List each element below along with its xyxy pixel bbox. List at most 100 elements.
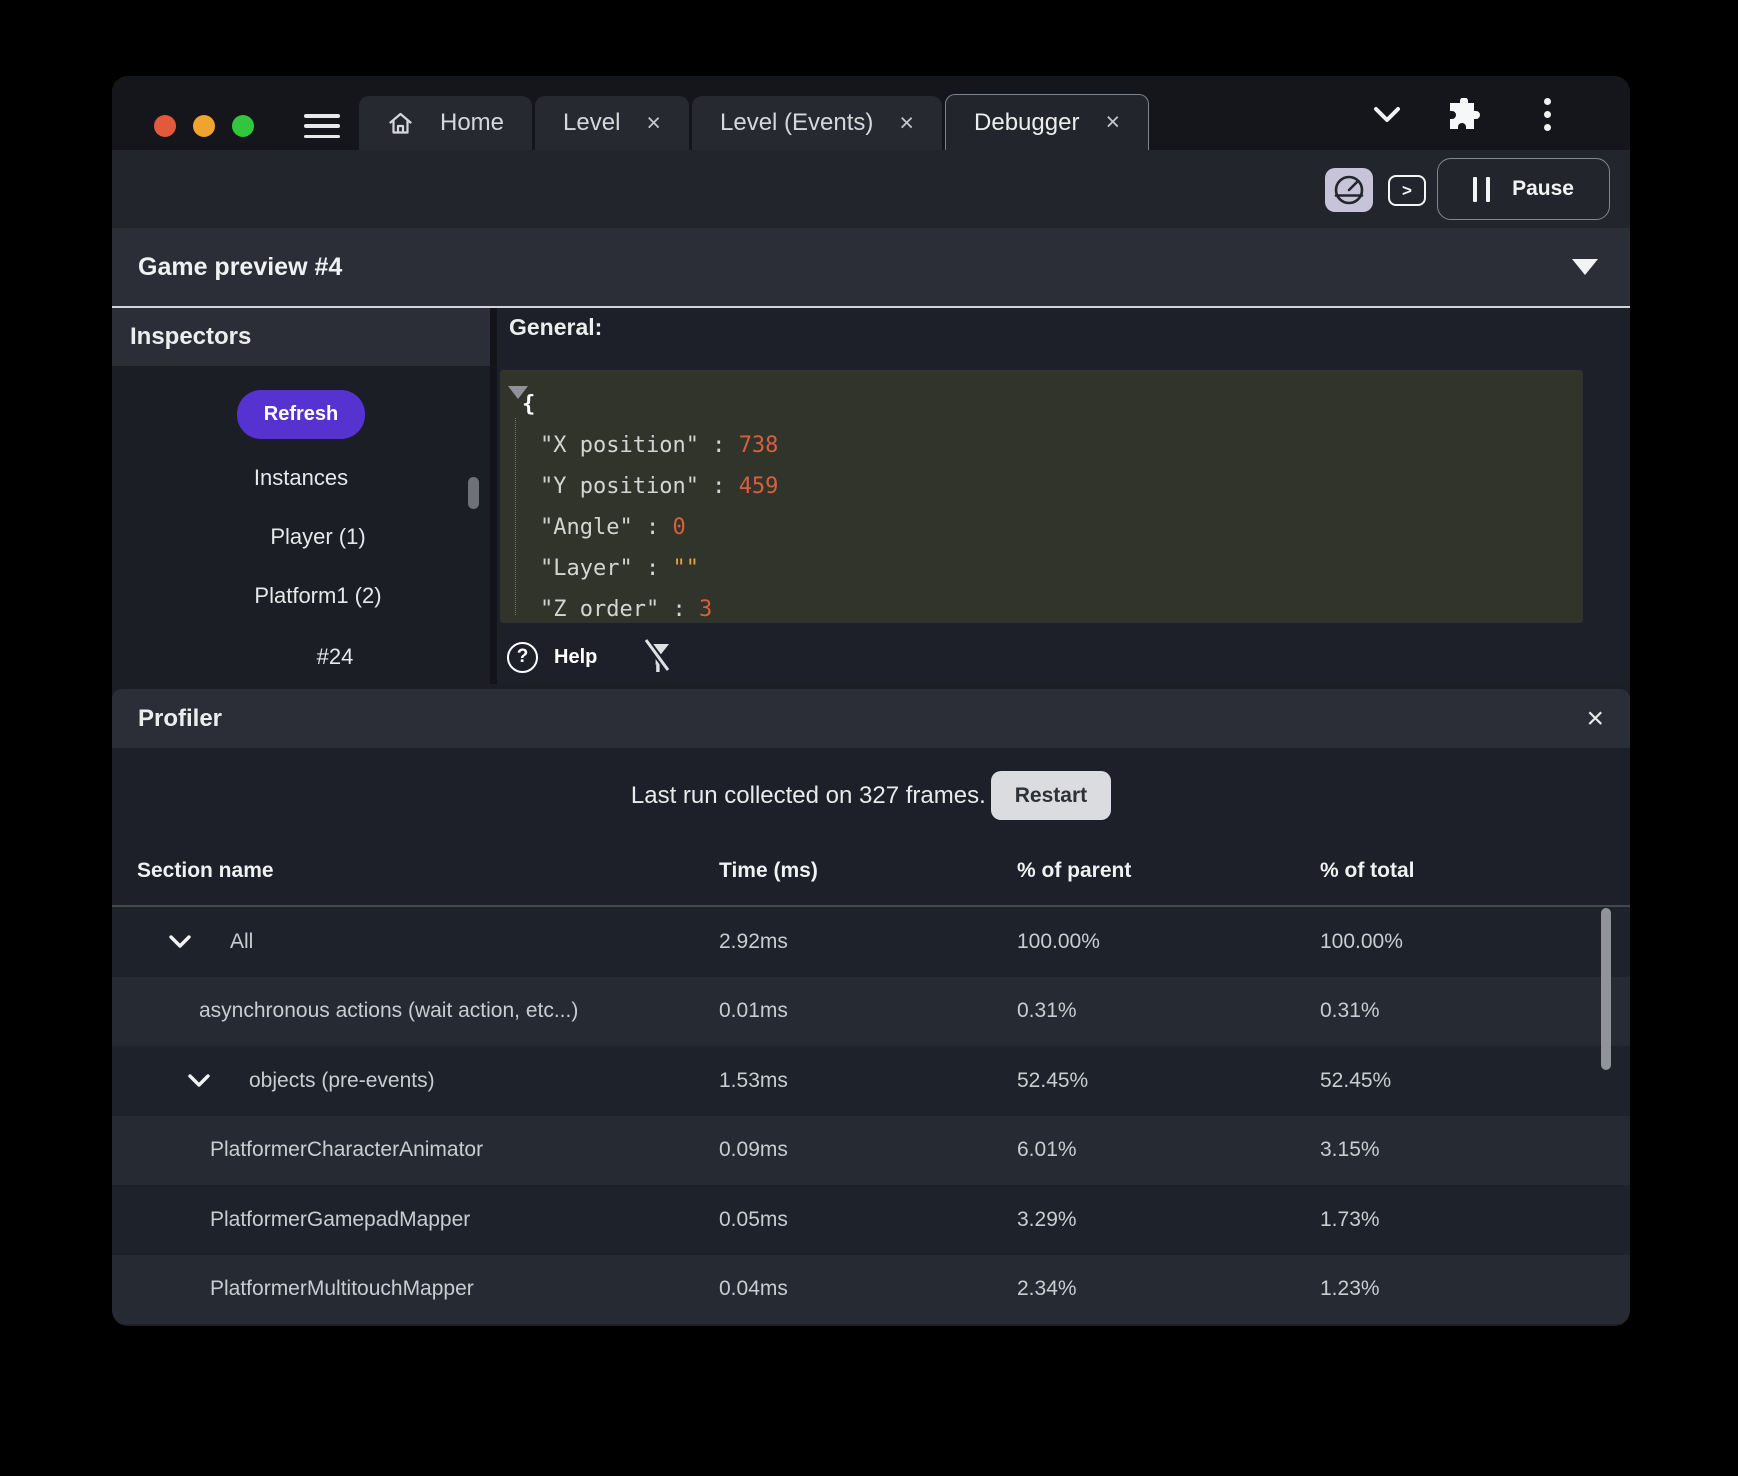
tab-level[interactable]: Level ×	[535, 96, 689, 150]
profiler-table: All2.92ms100.00%100.00% asynchronous acti…	[112, 907, 1630, 1324]
tab-label: Home	[440, 109, 504, 137]
profiler-row-asynchronous-actions-wait-action-etc-[interactable]: asynchronous actions (wait action, etc..…	[112, 977, 1630, 1047]
inspector-item-label: Player (1)	[270, 524, 365, 550]
game-preview-title: Game preview #4	[138, 253, 342, 282]
profiler-row-platformergamepadmapper[interactable]: PlatformerGamepadMapper0.05ms3.29%1.73%	[112, 1185, 1630, 1255]
tabbar-right-icons	[1370, 76, 1630, 150]
json-key: "Layer" :	[540, 556, 672, 581]
pct-total-cell: 1.73%	[1320, 1208, 1380, 1232]
pct-parent-cell: 3.29%	[1017, 1208, 1077, 1232]
console-button[interactable]: >	[1388, 175, 1426, 206]
pct-parent-cell: 2.34%	[1017, 1277, 1077, 1301]
pause-icon	[1473, 177, 1490, 202]
pin-off-icon[interactable]	[641, 638, 673, 676]
debugger-toolbar: > Pause	[112, 150, 1630, 228]
chevron-down-icon[interactable]	[1370, 102, 1404, 126]
hamburger-menu-icon[interactable]	[304, 114, 340, 138]
traffic-lights	[154, 115, 254, 137]
tab-label: Level (Events)	[720, 109, 873, 137]
inspector-item-label: Instances	[254, 465, 348, 491]
restart-button[interactable]: Restart	[991, 771, 1111, 820]
profiler-row-objects-pre-events-[interactable]: objects (pre-events) 1.53ms 52.45% 52.45%	[112, 1046, 1630, 1116]
home-icon	[387, 110, 414, 137]
app-window: Home Level × Level (Events) × Debugger × > Pau…	[112, 76, 1630, 1326]
section-name-cell: objects (pre-events)	[249, 1069, 435, 1093]
close-window-button[interactable]	[154, 115, 176, 137]
profiler-table-header: Section name Time (ms) % of parent % of …	[112, 845, 1630, 903]
profiler-row-platformercharacteranimator[interactable]: PlatformerCharacterAnimator0.09ms6.01%3.…	[112, 1116, 1630, 1186]
preview-dropdown-caret-icon[interactable]	[1572, 259, 1598, 275]
json-line-y-position: "Y position" : 459	[500, 466, 778, 507]
time-cell: 0.04ms	[719, 1277, 788, 1301]
json-lines: {"X position" : 738"Y position" : 459"An…	[500, 384, 778, 630]
time-cell: 0.01ms	[719, 999, 788, 1023]
inspectors-scrollbar-thumb[interactable]	[468, 477, 479, 509]
inspector-item-platform1-2-[interactable]: Platform1 (2)	[112, 574, 490, 618]
pause-button[interactable]: Pause	[1437, 158, 1610, 220]
pct-total-cell: 100.00%	[1320, 930, 1403, 954]
tab-level-events-[interactable]: Level (Events) ×	[692, 96, 942, 150]
inspector-item--24[interactable]: #24	[112, 635, 490, 679]
profiler-summary: Last run collected on 327 frames.	[631, 782, 986, 810]
inspectors-title: Inspectors	[130, 323, 251, 351]
tab-close-icon[interactable]: ×	[899, 111, 914, 136]
minimize-window-button[interactable]	[193, 115, 215, 137]
game-preview-header[interactable]: Game preview #4	[112, 228, 1630, 306]
time-cell: 0.05ms	[719, 1208, 788, 1232]
refresh-button[interactable]: Refresh	[237, 390, 365, 439]
pct-total-cell: 52.45%	[1320, 1069, 1391, 1093]
pct-total-cell: 3.15%	[1320, 1138, 1380, 1162]
gauge-icon	[1331, 172, 1367, 208]
pct-parent-cell: 52.45%	[1017, 1069, 1088, 1093]
pct-total-cell: 0.31%	[1320, 999, 1380, 1023]
console-icon: >	[1402, 181, 1412, 201]
inspector-item-player-1-[interactable]: Player (1)	[112, 515, 490, 559]
section-name-cell: PlatformerCharacterAnimator	[210, 1138, 483, 1162]
profiler-gauge-button[interactable]	[1325, 168, 1373, 212]
col-header-section-name: Section name	[137, 859, 274, 883]
json-key: "Y position" :	[540, 474, 739, 499]
maximize-window-button[interactable]	[232, 115, 254, 137]
profiler-header: Profiler ×	[112, 689, 1630, 748]
tab-close-icon[interactable]: ×	[646, 111, 661, 136]
json-line-layer: "Layer" : ""	[500, 548, 778, 589]
inspectors-panel: Inspectors Refresh Instances Player (1) Pl…	[112, 308, 490, 684]
tab-bar: Home Level × Level (Events) × Debugger ×	[112, 76, 1630, 150]
section-name-cell: asynchronous actions (wait action, etc..…	[199, 999, 578, 1023]
json-key: "X position" :	[540, 433, 739, 458]
pct-parent-cell: 0.31%	[1017, 999, 1077, 1023]
tab-home[interactable]: Home	[359, 96, 532, 150]
tab-debugger[interactable]: Debugger ×	[945, 94, 1149, 150]
json-key: "Z order" :	[540, 597, 699, 622]
help-label[interactable]: Help	[554, 646, 597, 669]
expand-chevron-icon[interactable]	[186, 1073, 212, 1089]
json-line-x-position: "X position" : 738	[500, 425, 778, 466]
extensions-puzzle-icon[interactable]	[1447, 98, 1483, 132]
col-header-pct-total: % of total	[1320, 859, 1415, 883]
inspector-item-instances[interactable]: Instances	[112, 456, 490, 500]
time-cell: 1.53ms	[719, 1069, 788, 1093]
json-value: 738	[739, 433, 779, 458]
debugger-main: Inspectors Refresh Instances Player (1) Pl…	[112, 308, 1630, 684]
tab-label: Level	[563, 109, 620, 137]
json-value: ""	[672, 556, 699, 581]
pct-total-cell: 1.23%	[1320, 1277, 1380, 1301]
pause-button-label: Pause	[1512, 177, 1574, 201]
time-cell: 0.09ms	[719, 1138, 788, 1162]
properties-json-view: {"X position" : 738"Y position" : 459"An…	[500, 370, 1583, 623]
profiler-scrollbar-thumb[interactable]	[1601, 908, 1611, 1070]
tab-close-icon[interactable]: ×	[1105, 110, 1120, 135]
profiler-title: Profiler	[138, 705, 222, 733]
profiler-close-icon[interactable]: ×	[1586, 704, 1604, 734]
json-value: 3	[699, 597, 712, 622]
profiler-row-platformermultitouchmapper[interactable]: PlatformerMultitouchMapper0.04ms2.34%1.2…	[112, 1255, 1630, 1325]
tab-label: Debugger	[974, 109, 1079, 137]
col-header-pct-parent: % of parent	[1017, 859, 1131, 883]
kebab-menu-icon[interactable]	[1544, 98, 1551, 131]
expand-chevron-icon[interactable]	[167, 934, 193, 950]
help-row: ? Help	[507, 638, 673, 676]
json-value: 459	[739, 474, 779, 499]
profiler-row-all[interactable]: All2.92ms100.00%100.00%	[112, 907, 1630, 977]
json-open-brace: {	[500, 384, 778, 425]
help-icon[interactable]: ?	[507, 642, 538, 673]
